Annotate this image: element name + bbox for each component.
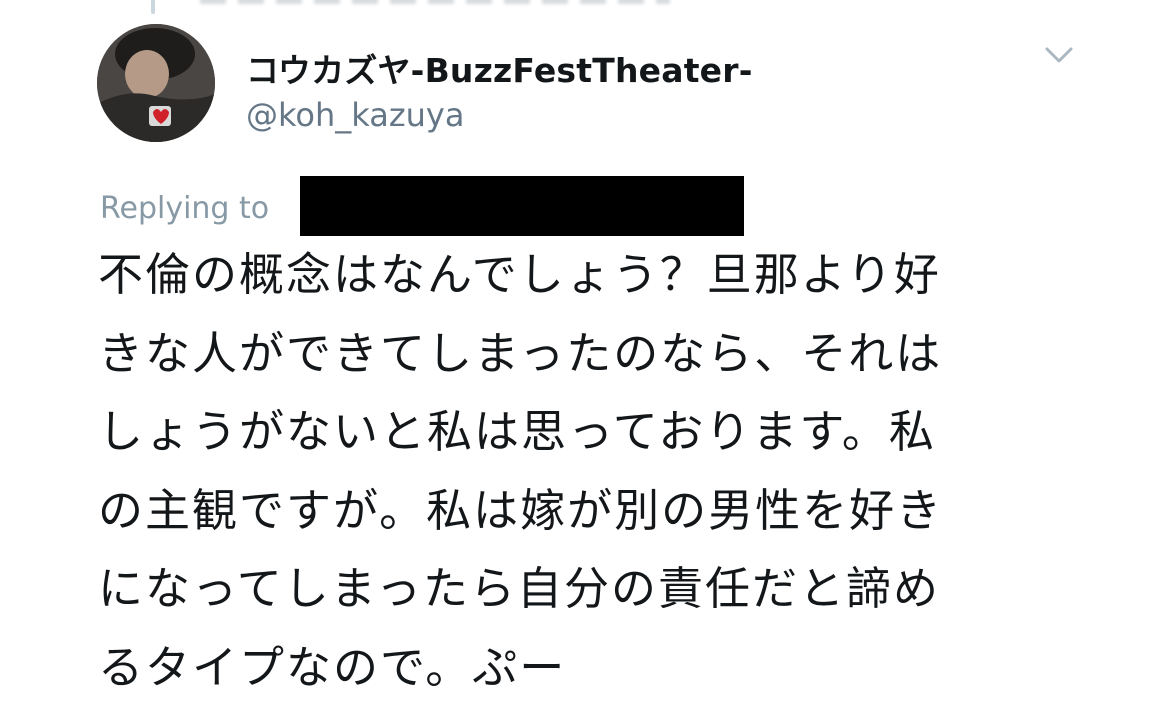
tweet-text: 不倫の概念はなんでしょう？旦那より好 きな人ができてしまったのなら、それは しょ… xyxy=(98,236,1078,708)
avatar-photo xyxy=(97,24,215,142)
previous-tweet-cutoff xyxy=(200,0,670,4)
chevron-down-icon[interactable] xyxy=(1042,42,1076,68)
tweet-text-line: るタイプなので。ぷー xyxy=(98,640,567,694)
tweet-text-line: しょうがないと私は思っております。私 xyxy=(98,405,936,459)
redacted-username xyxy=(300,176,744,236)
tweet-text-line: 不倫の概念はなんでしょう？旦那より好 xyxy=(98,248,941,301)
user-handle[interactable]: @koh_kazuya xyxy=(246,96,464,134)
tweet-text-line: になってしまったら自分の責任だと諦め xyxy=(98,562,940,616)
replying-to-label: Replying to xyxy=(100,191,270,226)
tweet-text-line: の主観ですが。私は嫁が別の男性を好き xyxy=(98,483,944,537)
avatar[interactable] xyxy=(97,24,215,142)
thread-connector-line xyxy=(151,0,155,14)
display-name[interactable]: コウカズヤ-BuzzFestTheater- xyxy=(246,44,753,92)
tweet-text-line: きな人ができてしまったのなら、それは xyxy=(98,326,943,380)
